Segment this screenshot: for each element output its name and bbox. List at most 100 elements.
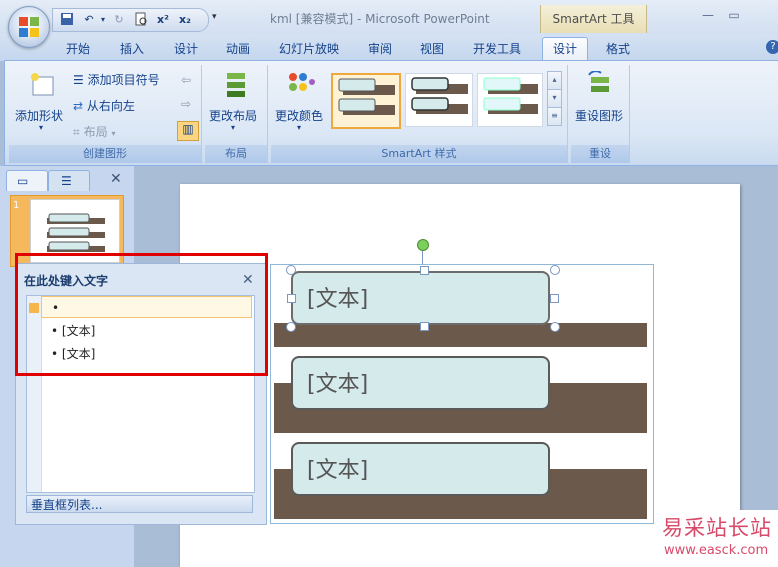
- slide-thumbnail-preview: [47, 213, 105, 252]
- restore-icon[interactable]: ▭: [724, 8, 744, 24]
- layout-label: 布局: [83, 125, 108, 139]
- gallery-scroll-down-icon[interactable]: ▾: [547, 89, 562, 108]
- slides-tab-icon: ▭: [17, 174, 29, 188]
- text-pane-item[interactable]: • [文本]: [51, 343, 95, 365]
- group-label-create: 创建图形: [9, 145, 201, 163]
- tab-outline[interactable]: ☰: [48, 170, 90, 191]
- resize-handle[interactable]: [286, 322, 296, 332]
- change-layout-button[interactable]: 更改布局: [209, 107, 257, 124]
- promote-icon[interactable]: ⇦: [181, 73, 191, 87]
- layout-name-link[interactable]: 垂直框列表...: [26, 495, 253, 513]
- layout-icon: ⌗: [73, 125, 80, 139]
- window-title: kml [兼容模式] - Microsoft PowerPoint: [270, 12, 490, 26]
- change-layout-dropdown-icon[interactable]: ▾: [231, 123, 235, 132]
- group-smartart-styles: 更改颜色 ▾ ▴ ▾ ≡ SmartArt 样式: [271, 65, 568, 163]
- tab-smartart-format[interactable]: 格式: [598, 39, 638, 59]
- resize-handle[interactable]: [420, 266, 429, 275]
- add-bullet-label: 添加项目符号: [87, 73, 160, 87]
- smartart-box[interactable]: [文本]: [291, 356, 550, 410]
- undo-dropdown-icon[interactable]: ▾: [95, 12, 111, 28]
- office-button[interactable]: [8, 6, 50, 48]
- ribbon: 添加形状 ▾ ☰ 添加项目符号 ⇄ 从右向左 ⌗ 布局 ▾ ⇦ ⇨ ▥ 创建图形…: [4, 60, 778, 166]
- tab-insert[interactable]: 插入: [114, 39, 150, 59]
- tab-animations[interactable]: 动画: [220, 39, 256, 59]
- rotation-handle[interactable]: [417, 239, 429, 251]
- tab-slides[interactable]: ▭: [6, 170, 48, 191]
- redo-icon[interactable]: ↻: [111, 12, 127, 28]
- gallery-scroll-up-icon[interactable]: ▴: [547, 71, 562, 90]
- watermark-text: 易采站长站: [662, 516, 772, 540]
- text-pane: 在此处键入文字 ✕ • • [文本] • [文本] 垂直框列表...: [15, 263, 267, 525]
- change-colors-icon: [285, 71, 315, 102]
- active-line-marker: [29, 303, 39, 313]
- resize-handle[interactable]: [550, 265, 560, 275]
- superscript-icon[interactable]: x²: [155, 12, 171, 28]
- gallery-more-icon[interactable]: ≡: [547, 107, 562, 126]
- close-pane-icon[interactable]: ✕: [110, 171, 122, 187]
- print-preview-icon[interactable]: [133, 12, 149, 28]
- text-pane-title: 在此处键入文字: [24, 274, 109, 288]
- pane-tabs: ▭ ☰ ✕: [6, 170, 128, 191]
- reset-graphic-button[interactable]: 重设图形: [575, 107, 623, 124]
- tab-view[interactable]: 视图: [414, 39, 450, 59]
- bullet-icon: •: [52, 301, 60, 315]
- resize-handle[interactable]: [287, 294, 296, 303]
- minimize-icon[interactable]: —: [698, 8, 718, 24]
- add-shape-button[interactable]: 添加形状: [15, 107, 63, 124]
- contextual-tab-group-title: SmartArt 工具: [540, 5, 647, 33]
- save-icon[interactable]: [59, 12, 75, 28]
- text-pane-editor[interactable]: • • [文本] • [文本]: [26, 295, 255, 493]
- change-colors-dropdown-icon[interactable]: ▾: [297, 123, 301, 132]
- slide-thumbnail[interactable]: [30, 199, 120, 263]
- tab-developer[interactable]: 开发工具: [466, 39, 528, 59]
- bullet-icon: •: [51, 324, 59, 338]
- customize-qat-icon[interactable]: ▾: [212, 12, 217, 22]
- right-to-left-label: 从右向左: [86, 99, 135, 113]
- group-layout: 更改布局 ▾ 布局: [205, 65, 268, 163]
- tab-review[interactable]: 审阅: [362, 39, 398, 59]
- group-label-layout: 布局: [205, 145, 267, 163]
- close-icon[interactable]: ✕: [242, 272, 254, 288]
- ribbon-tabs: 开始 插入 设计 动画 幻灯片放映 审阅 视图 开发工具 设计 格式: [0, 34, 778, 62]
- demote-icon[interactable]: ⇨: [181, 97, 191, 111]
- style-gallery-item-3[interactable]: [477, 73, 543, 127]
- outline-tab-icon: ☰: [61, 174, 72, 188]
- style-gallery-item-2[interactable]: [405, 73, 473, 127]
- text-pane-item[interactable]: • [文本]: [51, 320, 95, 342]
- bullet-list-icon: ☰: [73, 73, 84, 87]
- smartart-graphic[interactable]: [文本] [文本] [文本]: [270, 264, 654, 524]
- resize-handle[interactable]: [286, 265, 296, 275]
- style-gallery-item-1[interactable]: [331, 73, 401, 129]
- subscript-icon[interactable]: x₂: [177, 12, 193, 28]
- add-shape-icon: [29, 71, 57, 102]
- resize-handle[interactable]: [420, 322, 429, 331]
- group-reset: 重设图形 重设: [571, 65, 630, 163]
- resize-handle[interactable]: [550, 294, 559, 303]
- slide-number: 1: [13, 200, 20, 211]
- text-pane-gutter: [27, 296, 42, 492]
- quick-access-toolbar: ↶ ▾ ↻ x² x₂: [52, 8, 209, 32]
- group-label-styles: SmartArt 样式: [271, 145, 567, 163]
- change-colors-button[interactable]: 更改颜色: [275, 107, 323, 124]
- add-bullet-button[interactable]: ☰ 添加项目符号: [73, 71, 160, 88]
- smartart-box[interactable]: [文本]: [291, 442, 550, 496]
- bullet-icon: •: [51, 347, 59, 361]
- watermark-url: www.easck.com: [664, 543, 769, 558]
- group-create-graphic: 添加形状 ▾ ☰ 添加项目符号 ⇄ 从右向左 ⌗ 布局 ▾ ⇦ ⇨ ▥ 创建图形: [9, 65, 202, 163]
- reset-graphic-icon: [585, 70, 613, 102]
- tab-design[interactable]: 设计: [168, 39, 204, 59]
- watermark: 易采站长站 www.easck.com: [658, 510, 778, 567]
- right-to-left-button[interactable]: ⇄ 从右向左: [73, 97, 135, 114]
- smartart-box[interactable]: [文本]: [291, 271, 550, 325]
- layout-button[interactable]: ⌗ 布局 ▾: [73, 123, 115, 140]
- tab-smartart-design[interactable]: 设计: [542, 37, 588, 62]
- resize-handle[interactable]: [550, 322, 560, 332]
- add-shape-dropdown-icon[interactable]: ▾: [39, 123, 43, 132]
- tab-slide-show[interactable]: 幻灯片放映: [272, 39, 346, 59]
- help-icon[interactable]: ?: [766, 40, 778, 54]
- text-pane-item[interactable]: •: [41, 296, 252, 318]
- change-layout-icon: [221, 71, 249, 102]
- tab-home[interactable]: 开始: [60, 39, 96, 59]
- group-label-reset: 重设: [571, 145, 629, 163]
- text-pane-toggle-icon[interactable]: ▥: [177, 121, 199, 141]
